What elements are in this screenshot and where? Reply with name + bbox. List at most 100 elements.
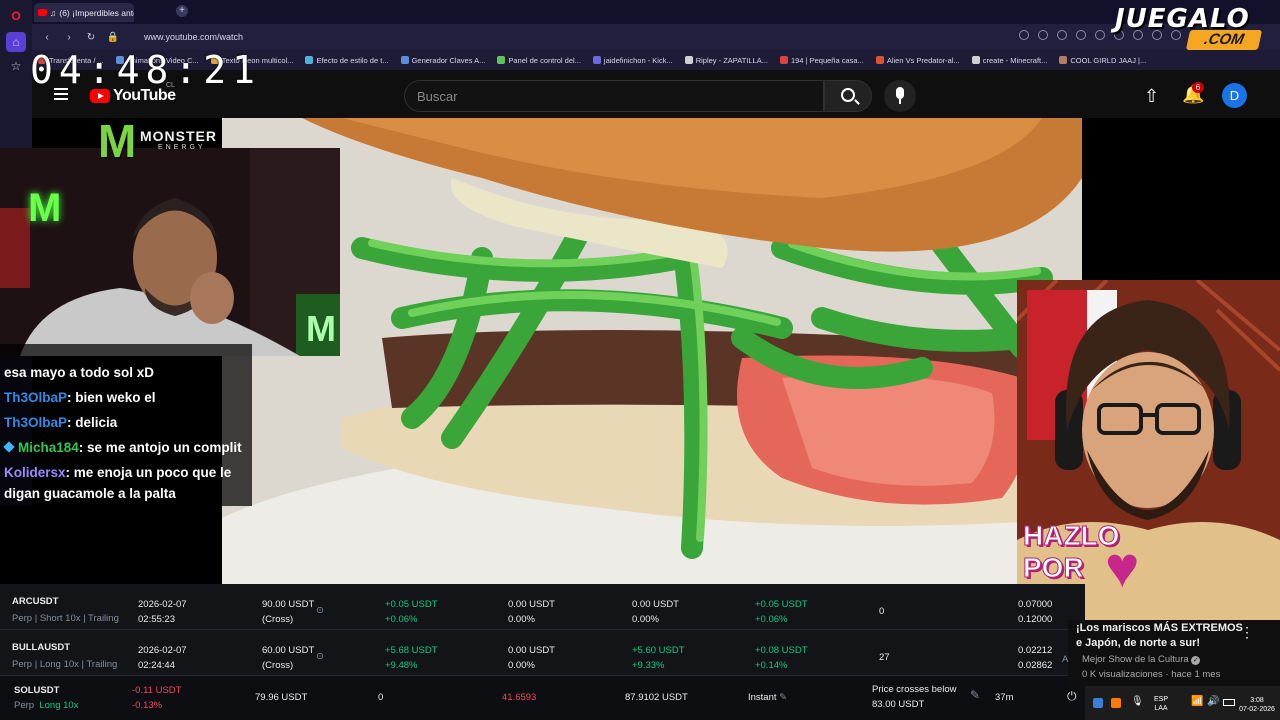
table-row[interactable]: ARCUSDT Perp | Short 10x | Trailing 2026… (0, 584, 1085, 630)
bookmark-item[interactable]: Generador Claves A... (395, 56, 492, 65)
margin: 90.00 USDT (262, 599, 315, 610)
price: 0.02862 (1018, 660, 1053, 671)
verified-icon: ✓ (1191, 656, 1201, 665)
pnl-pct: +0.06% (755, 614, 788, 625)
margin-mode: (Cross) (262, 614, 294, 625)
tab-bar: ♫ (6) ¡Imperdibles ante × + (32, 0, 1280, 24)
symbol: SOLUSDT (14, 685, 60, 696)
back-icon[interactable]: ‹ (40, 32, 54, 43)
bookmark-item[interactable]: Panel de control del... (491, 56, 587, 65)
count: 0 (879, 606, 885, 617)
margin-mode: (Cross) (262, 660, 294, 671)
battery-icon[interactable] (1223, 699, 1235, 706)
heart-icon: ♥ (1105, 535, 1140, 600)
monster-sub-text: ENERGY (158, 144, 206, 151)
video-frame-burger (222, 118, 1082, 584)
bookmark-item[interactable]: jaidefinichon - Kick... (587, 56, 679, 65)
power-icon[interactable]: ⏻ (1067, 689, 1077, 704)
pnl: 0.00 USDT (632, 599, 679, 610)
position-type: Perp Long 10x (14, 700, 79, 711)
monster-brand-text: MONSTER (140, 128, 217, 144)
pnl: 0.00 USDT (508, 645, 555, 656)
chat-username[interactable]: Kolidersx (4, 465, 66, 480)
clock[interactable]: 3:08 07-02-2026 (1235, 696, 1279, 714)
more-options-icon[interactable]: ⋮ (1240, 624, 1254, 641)
bookmark-favicon-icon (684, 56, 693, 64)
stream-clock: 04:48:21 (30, 48, 262, 92)
shield-icon[interactable] (1076, 30, 1086, 40)
bookmark-label: create - Minecraft... (982, 55, 1048, 65)
camera-icon[interactable] (1057, 30, 1067, 40)
edit-icon[interactable]: ✎ (970, 688, 980, 703)
bookmark-item[interactable]: Ripley - ZAPATILLA... (679, 56, 774, 65)
video-player[interactable] (222, 118, 1082, 584)
open-date: 2026-02-07 (138, 599, 187, 610)
zoom-icon[interactable] (1019, 30, 1029, 40)
tray-app-icon[interactable] (1111, 698, 1121, 708)
vtuber-avatar-panel: HAZLO POR ♥ (1017, 280, 1280, 620)
position-size: 87.9102 USDT (625, 692, 688, 703)
overlay-background (0, 506, 222, 584)
bookmark-item[interactable]: Efecto de estilo de t... (299, 56, 394, 65)
trigger-condition: Price crosses below (872, 684, 957, 695)
microphone-icon[interactable]: 🎙 (1131, 696, 1144, 707)
translate-icon[interactable] (1038, 30, 1048, 40)
play-icon[interactable] (1095, 30, 1105, 40)
search-icon (841, 88, 855, 102)
volume-icon[interactable]: 🔊 (1207, 696, 1219, 707)
bookmark-favicon-icon (779, 56, 788, 64)
chat-username[interactable]: Micha184 (18, 440, 79, 455)
bookmark-favicon-icon (497, 56, 506, 64)
pnl-pct: +9.33% (632, 660, 665, 671)
monster-energy-logo: M MONSTER ENERGY (98, 118, 228, 178)
bookmark-label: Efecto de estilo de t... (316, 55, 389, 65)
trading-positions-panel: ARCUSDT Perp | Short 10x | Trailing 2026… (0, 584, 1085, 720)
new-tab-button[interactable]: + (176, 5, 188, 17)
chat-username[interactable]: Th3OlbaP (4, 415, 67, 430)
chat-message: Th3OlbaP: delicia (4, 415, 118, 430)
opera-icon[interactable]: O (6, 6, 26, 26)
bookmark-label: Alien Vs Predator-al... (886, 55, 960, 65)
speaker-icon[interactable]: ♫ (50, 8, 56, 18)
stream-chat: esa mayo a todo sol xD Th3OlbaP: bien we… (0, 344, 252, 506)
wifi-icon[interactable]: 📶 (1191, 696, 1203, 707)
bookmark-item[interactable]: Alien Vs Predator-al... (870, 56, 966, 65)
bookmark-item[interactable]: create - Minecraft... (966, 56, 1054, 65)
chat-message: Micha184: se me antojo un complit (3, 437, 242, 458)
star-icon[interactable]: ☆ (6, 56, 26, 76)
account-avatar[interactable]: D (1222, 83, 1247, 108)
monster-claw-icon: M (98, 115, 137, 167)
home-icon[interactable]: ⌂ (6, 32, 26, 52)
url-field[interactable]: www.youtube.com/watch (144, 32, 243, 42)
bookmark-item[interactable]: COOL GIRLD JAAJ |... (1053, 56, 1152, 65)
pnl-pct: -0.13% (132, 700, 163, 711)
channel-name[interactable]: Mejor Show de la Cultura ✓ (1082, 654, 1201, 665)
bookmark-item[interactable]: 194 | Pequeña casa... (774, 56, 870, 65)
video-title-line2[interactable]: e Japón, de norte a sur! (1076, 637, 1200, 649)
bookmark-favicon-icon (971, 56, 980, 64)
video-title[interactable]: ¡Los mariscos MÁS EXTREMOS (1076, 622, 1243, 634)
table-row[interactable]: SOLUSDT Perp Long 10x -0.11 USDT -0.13% … (0, 676, 1085, 720)
upload-icon[interactable]: ⇧ (1144, 86, 1159, 107)
chat-username[interactable]: Th3OlbaP (4, 390, 67, 405)
search-input[interactable]: Buscar (404, 80, 824, 112)
reload-icon[interactable]: ↻ (84, 32, 98, 43)
input-language[interactable]: ESP LAA (1151, 695, 1171, 713)
forward-icon[interactable]: › (62, 32, 76, 43)
voice-search-icon[interactable] (884, 80, 916, 112)
info-icon[interactable]: ⊙ (316, 649, 324, 664)
juegalo-logo: JUEGALO .COM (1115, 4, 1280, 50)
tray-app-icon[interactable] (1093, 698, 1103, 708)
bookmark-favicon-icon (400, 56, 409, 64)
tab-youtube[interactable]: ♫ (6) ¡Imperdibles ante × (34, 3, 134, 22)
trigger-price: 83.00 USDT (872, 699, 925, 710)
price: 0.12000 (1018, 614, 1053, 625)
info-icon[interactable]: ⊙ (316, 603, 324, 618)
recommended-video-card[interactable]: ¡Los mariscos MÁS EXTREMOS e Japón, de n… (1068, 620, 1280, 686)
edit-icon[interactable]: ✎ (779, 692, 787, 703)
bookmark-favicon-icon (1059, 56, 1068, 64)
open-time: 02:24:44 (138, 660, 175, 671)
table-row[interactable]: BULLAUSDT Perp | Long 10x | Trailing 202… (0, 630, 1085, 676)
search-button[interactable] (824, 80, 872, 112)
quantity: 0 (378, 692, 384, 703)
